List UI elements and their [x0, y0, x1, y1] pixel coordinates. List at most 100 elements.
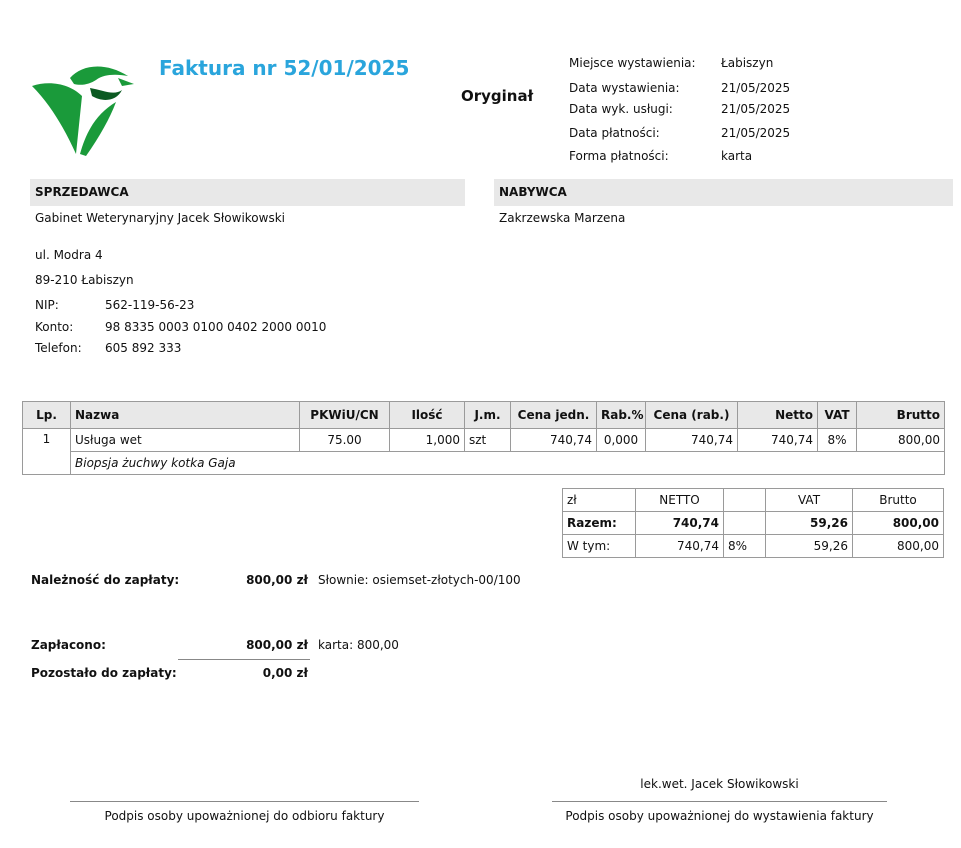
- buyer-heading: NABYWCA: [499, 185, 567, 199]
- vat-summary-table: zł NETTO VAT Brutto Razem: 740,74 59,26 …: [562, 488, 944, 558]
- buyer-name: Zakrzewska Marzena: [499, 211, 626, 225]
- seller-phone-value: 605 892 333: [105, 341, 182, 355]
- buyer-header: NABYWCA: [494, 179, 953, 206]
- sum-col-vat: VAT: [765, 488, 853, 512]
- col-lp: Lp.: [22, 401, 71, 429]
- sum-breakdown-net: 740,74: [635, 534, 724, 558]
- invoice-title: Faktura nr 52/01/2025: [159, 56, 410, 80]
- col-gross: Brutto: [856, 401, 945, 429]
- remaining-value: 0,00 zł: [262, 666, 308, 680]
- cell-net: 740,74: [737, 428, 818, 452]
- paid-note: karta: 800,00: [318, 638, 399, 652]
- original-label: Oryginał: [461, 87, 534, 105]
- col-qty: Ilość: [389, 401, 465, 429]
- cell-description: Biopsja żuchwy kotka Gaja: [70, 451, 945, 475]
- cell-vat: 8%: [817, 428, 857, 452]
- seller-nip: NIP: 562-119-56-23: [35, 298, 194, 312]
- sum-breakdown-rate: 8%: [723, 534, 766, 558]
- seller-heading: SPRZEDAWCA: [35, 185, 129, 199]
- cell-qty: 1,000: [389, 428, 465, 452]
- meta-label: Forma płatności:: [569, 149, 669, 163]
- sum-breakdown-label: W tym:: [562, 534, 636, 558]
- seller-nip-label: NIP:: [35, 298, 59, 312]
- issuer-signature-line: [552, 801, 887, 802]
- meta-issue-date: Data wystawienia: 21/05/2025: [569, 81, 790, 97]
- meta-value: karta: [721, 149, 753, 163]
- logo-bird-head: [70, 66, 128, 85]
- sum-total-vat: 59,26: [765, 511, 853, 535]
- col-discount: Rab.%: [596, 401, 646, 429]
- table-row-description: Biopsja żuchwy kotka Gaja: [23, 451, 945, 475]
- summary-header-row: zł NETTO VAT Brutto: [562, 488, 944, 512]
- logo-wing: [90, 88, 122, 100]
- logo-leaf-right: [80, 102, 116, 156]
- seller-street: ul. Modra 4: [35, 248, 103, 262]
- seller-phone-label: Telefon:: [35, 341, 82, 355]
- table-row: 1 Usługa wet 75.00 1,000 szt 740,74 0,00…: [22, 428, 945, 475]
- col-price-disc: Cena (rab.): [645, 401, 738, 429]
- meta-payment-method: Forma płatności: karta: [569, 149, 752, 165]
- seller-account-label: Konto:: [35, 320, 74, 334]
- sum-total-gross: 800,00: [852, 511, 944, 535]
- receiver-signature-caption: Podpis osoby upoważnionej do odbioru fak…: [104, 809, 385, 823]
- meta-value: Łabiszyn: [721, 56, 774, 70]
- sum-total-net: 740,74: [635, 511, 724, 535]
- sum-breakdown-gross: 800,00: [852, 534, 944, 558]
- meta-label: Miejsce wystawienia:: [569, 56, 696, 70]
- col-unit: J.m.: [464, 401, 511, 429]
- meta-service-date: Data wyk. usługi: 21/05/2025: [569, 102, 790, 118]
- sum-col-currency: zł: [562, 488, 636, 512]
- meta-label: Data wyk. usługi:: [569, 102, 673, 116]
- seller-account: Konto: 98 8335 0003 0100 0402 2000 0010: [35, 320, 326, 334]
- col-pkwiu: PKWiU/CN: [299, 401, 390, 429]
- meta-value: 21/05/2025: [721, 126, 791, 140]
- clinic-logo: [32, 66, 134, 156]
- sum-col-gross: Brutto: [852, 488, 944, 512]
- sum-col-rate: [723, 488, 766, 512]
- seller-account-value: 98 8335 0003 0100 0402 2000 0010: [105, 320, 327, 334]
- logo-leaf-left: [32, 83, 82, 154]
- paid-value: 800,00 zł: [246, 638, 308, 652]
- meta-value: 21/05/2025: [721, 81, 791, 95]
- items-header-row: Lp. Nazwa PKWiU/CN Ilość J.m. Cena jedn.…: [22, 401, 945, 429]
- cell-pkwiu: 75.00: [299, 428, 390, 452]
- col-net: Netto: [737, 401, 818, 429]
- logo-beak: [118, 78, 134, 86]
- amount-due-label: Należność do zapłaty:: [31, 573, 180, 587]
- receiver-signature-line: [70, 801, 419, 802]
- summary-total-row: Razem: 740,74 59,26 800,00: [562, 511, 944, 535]
- sum-total-rate: [723, 511, 766, 535]
- cell-name: Usługa wet: [70, 428, 300, 452]
- meta-label: Data wystawienia:: [569, 81, 680, 95]
- seller-name: Gabinet Weterynaryjny Jacek Słowikowski: [35, 211, 285, 225]
- remaining-label: Pozostało do zapłaty:: [31, 666, 177, 680]
- cell-unit: szt: [464, 428, 511, 452]
- cell-price-disc: 740,74: [645, 428, 738, 452]
- col-name: Nazwa: [70, 401, 300, 429]
- items-table: Lp. Nazwa PKWiU/CN Ilość J.m. Cena jedn.…: [22, 401, 945, 475]
- sum-breakdown-vat: 59,26: [765, 534, 853, 558]
- meta-payment-date: Data płatności: 21/05/2025: [569, 126, 790, 142]
- cell-discount: 0,000: [596, 428, 646, 452]
- cell-lp: 1: [22, 428, 71, 475]
- seller-header: SPRZEDAWCA: [30, 179, 465, 206]
- col-vat: VAT: [817, 401, 857, 429]
- seller-city: 89-210 Łabiszyn: [35, 273, 134, 287]
- cell-gross: 800,00: [856, 428, 945, 452]
- sum-col-net: NETTO: [635, 488, 724, 512]
- issuer-signature-caption: Podpis osoby upoważnionej do wystawienia…: [565, 809, 874, 823]
- meta-label: Data płatności:: [569, 126, 660, 140]
- summary-breakdown-row: W tym: 740,74 8% 59,26 800,00: [562, 534, 944, 558]
- sum-total-label: Razem:: [562, 511, 636, 535]
- paid-divider: [178, 659, 310, 660]
- cell-unit-price: 740,74: [510, 428, 597, 452]
- amount-due-value: 800,00 zł: [246, 573, 308, 587]
- col-unit-price: Cena jedn.: [510, 401, 597, 429]
- paid-label: Zapłacono:: [31, 638, 106, 652]
- issuer-name: lek.wet. Jacek Słowikowski: [640, 777, 799, 791]
- amount-in-words: Słownie: osiemset-złotych-00/100: [318, 573, 521, 587]
- seller-nip-value: 562-119-56-23: [105, 298, 195, 312]
- seller-phone: Telefon: 605 892 333: [35, 341, 181, 355]
- meta-place: Miejsce wystawienia: Łabiszyn: [569, 56, 773, 72]
- meta-value: 21/05/2025: [721, 102, 791, 116]
